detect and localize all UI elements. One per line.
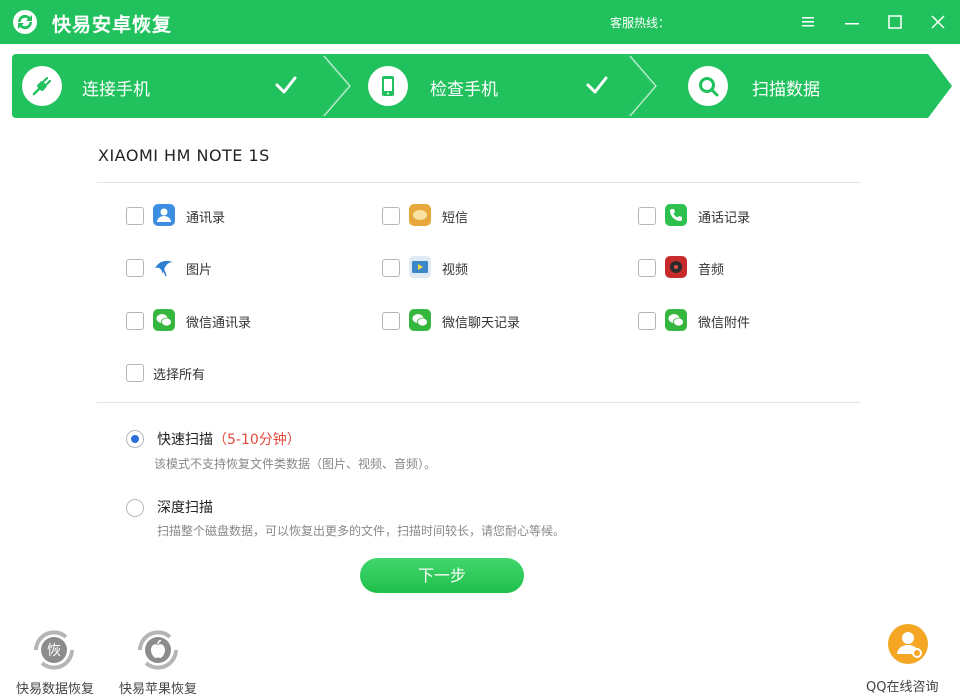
select-all-checkbox[interactable] [126, 364, 144, 382]
phone-icon [368, 66, 408, 106]
step-2-label: 检查手机 [430, 80, 498, 100]
sms-icon [409, 204, 431, 226]
category-wechat-contacts[interactable]: 微信通讯录 [126, 308, 326, 334]
apple-recovery-icon [132, 624, 184, 676]
hotline-label: 客服热线： [610, 16, 671, 30]
wechat-contacts-label: 微信通讯录 [186, 316, 252, 331]
wechat-chat-label: 微信聊天记录 [442, 316, 521, 331]
wechat-chat-icon [409, 309, 431, 331]
apple-recovery-label: 快易苹果恢复 [119, 682, 198, 697]
category-photos[interactable]: 图片 [126, 255, 326, 281]
deep-scan-radio[interactable] [126, 499, 144, 517]
audio-label: 音频 [698, 263, 725, 278]
close-button[interactable] [924, 8, 952, 36]
wechat-attachment-icon [665, 309, 687, 331]
quick-scan-radio[interactable] [126, 430, 144, 448]
select-all-label: 选择所有 [153, 368, 206, 383]
category-sms[interactable]: 短信 [382, 203, 582, 229]
minimize-button[interactable] [838, 8, 866, 36]
next-button[interactable]: 下一步 [360, 558, 524, 593]
data-recovery-icon-text: 恢 [47, 643, 61, 659]
menu-icon [802, 17, 814, 27]
app-logo-icon [12, 9, 38, 35]
quick-scan-title[interactable]: 快速扫描（5-10分钟） [157, 429, 301, 449]
video-checkbox[interactable] [382, 259, 400, 277]
category-audio[interactable]: 音频 [638, 255, 838, 281]
deep-scan-desc: 扫描整个磁盘数据，可以恢复出更多的文件，扫描时间较长，请您耐心等候。 [157, 524, 566, 538]
deep-scan-title[interactable]: 深度扫描 [157, 497, 213, 517]
call-log-label: 通话记录 [698, 211, 751, 226]
contacts-icon [153, 204, 175, 226]
progress-steps: 连接手机 检查手机 扫描数据 [12, 54, 952, 118]
menu-button[interactable] [794, 8, 822, 36]
wechat-contacts-icon [153, 309, 175, 331]
audio-icon [665, 256, 687, 278]
data-recovery-app[interactable]: 恢 快易数据恢复 [0, 624, 110, 698]
category-contacts[interactable]: 通讯录 [126, 203, 326, 229]
category-wechat-attachment[interactable]: 微信附件 [638, 308, 838, 334]
wechat-attachment-label: 微信附件 [698, 316, 751, 331]
qq-consult-app[interactable]: QQ在线咨询 [860, 622, 960, 698]
app-title: 快易安卓恢复 [52, 14, 173, 36]
divider [97, 402, 861, 403]
quick-scan-label: 快速扫描 [157, 432, 213, 448]
qq-consult-label: QQ在线咨询 [866, 680, 939, 695]
category-video[interactable]: 视频 [382, 255, 582, 281]
check-icon [275, 76, 297, 94]
video-icon [409, 256, 431, 278]
divider [97, 182, 861, 183]
sms-label: 短信 [442, 211, 469, 226]
wechat-contacts-checkbox[interactable] [126, 312, 144, 330]
data-recovery-icon: 恢 [28, 624, 80, 676]
qq-consult-icon [886, 622, 930, 670]
plug-icon [22, 66, 62, 106]
photos-icon [153, 256, 175, 278]
call-log-icon [665, 204, 687, 226]
sms-checkbox[interactable] [382, 207, 400, 225]
quick-scan-time: （5-10分钟） [213, 432, 301, 448]
maximize-button[interactable] [881, 8, 909, 36]
data-recovery-label: 快易数据恢复 [16, 682, 95, 697]
maximize-icon [888, 15, 902, 29]
radio-selected-dot [131, 435, 139, 443]
device-name: XIAOMI HM NOTE 1S [98, 146, 270, 165]
video-label: 视频 [442, 263, 469, 278]
wechat-chat-checkbox[interactable] [382, 312, 400, 330]
minimize-icon [845, 23, 859, 25]
quick-scan-desc: 该模式不支持恢复文件类数据（图片、视频、音频）。 [154, 457, 437, 471]
photos-label: 图片 [186, 263, 213, 278]
audio-checkbox[interactable] [638, 259, 656, 277]
contacts-label: 通讯录 [186, 211, 226, 226]
title-bar: 快易安卓恢复 客服热线： [0, 0, 960, 44]
photos-checkbox[interactable] [126, 259, 144, 277]
check-icon [586, 76, 608, 94]
step-1-label: 连接手机 [82, 80, 150, 100]
call-log-checkbox[interactable] [638, 207, 656, 225]
apple-recovery-app[interactable]: 快易苹果恢复 [112, 624, 212, 698]
step-3-label: 扫描数据 [752, 80, 820, 100]
category-wechat-chat[interactable]: 微信聊天记录 [382, 308, 582, 334]
close-icon [931, 15, 945, 29]
search-icon [688, 66, 728, 106]
wechat-attachment-checkbox[interactable] [638, 312, 656, 330]
contacts-checkbox[interactable] [126, 207, 144, 225]
select-all[interactable]: 选择所有 [126, 360, 326, 386]
category-call-log[interactable]: 通话记录 [638, 203, 838, 229]
